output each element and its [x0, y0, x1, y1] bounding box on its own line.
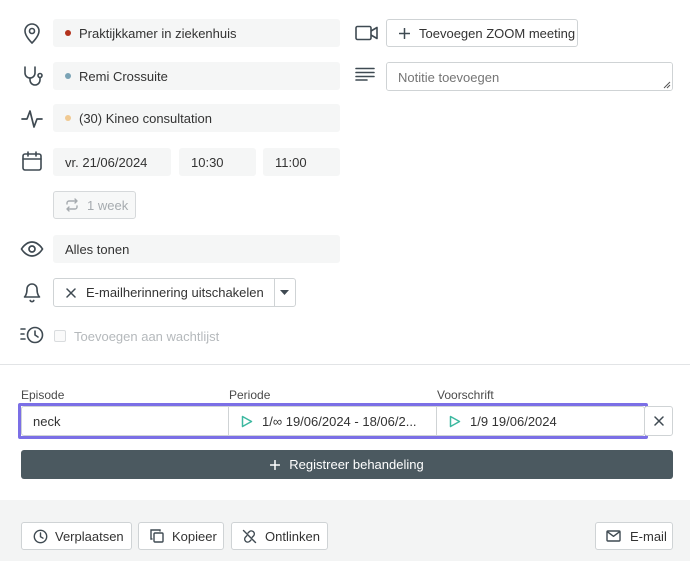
copy-button[interactable]: Kopieer [138, 522, 224, 550]
close-icon [66, 287, 76, 298]
episode-value: neck [33, 413, 61, 429]
register-treatment-button[interactable]: Registreer behandeling [21, 450, 673, 479]
location-dot [65, 30, 71, 36]
prescription-header: Voorschrift [437, 388, 494, 402]
period-value: 1/∞ 19/06/2024 - 18/06/2... [262, 413, 417, 429]
date-field[interactable]: vr. 21/06/2024 [53, 148, 171, 176]
email-label: E-mail [630, 528, 667, 544]
close-icon [653, 416, 664, 426]
reminder-caret-button[interactable] [275, 279, 295, 306]
service-dot [65, 115, 71, 121]
service-field[interactable]: (30) Kineo consultation [53, 104, 340, 132]
period-header: Periode [229, 388, 271, 402]
video-camera-icon [354, 21, 380, 45]
move-label: Verplaatsen [55, 528, 124, 544]
register-button-label: Registreer behandeling [289, 457, 424, 472]
episode-row: neck 1/∞ 19/06/2024 - 18/06/2... 1/9 19/… [21, 406, 645, 436]
repeat-button[interactable]: 1 week [53, 191, 136, 219]
visibility-field[interactable]: Alles tonen [53, 235, 340, 263]
period-field[interactable]: 1/∞ 19/06/2024 - 18/06/2... [229, 407, 437, 435]
copy-icon [150, 529, 164, 543]
resize-grip-icon[interactable] [662, 80, 671, 89]
play-triangle-icon [449, 415, 461, 427]
start-time-field[interactable]: 10:30 [179, 148, 256, 176]
eye-icon [19, 237, 45, 261]
calendar-icon [20, 149, 44, 173]
play-triangle-icon [241, 415, 253, 427]
practitioner-field[interactable]: Remi Crossuite [53, 62, 340, 90]
history-clock-icon [19, 323, 45, 347]
envelope-icon [606, 530, 621, 542]
clock-arrow-icon [33, 529, 48, 543]
notes-lines-icon [354, 64, 376, 84]
plus-icon [399, 27, 410, 39]
practitioner-dot [65, 73, 71, 79]
end-time-field[interactable]: 11:00 [263, 148, 340, 176]
episode-field[interactable]: neck [22, 407, 229, 435]
email-button[interactable]: E-mail [595, 522, 673, 550]
prescription-value: 1/9 19/06/2024 [470, 413, 557, 429]
unlink-button[interactable]: Ontlinken [231, 522, 328, 550]
disable-email-reminder-button[interactable]: E-mailherinnering uitschakelen [54, 279, 275, 306]
copy-label: Kopieer [172, 528, 217, 544]
bell-icon [20, 280, 44, 304]
waitlist-label: Toevoegen aan wachtlijst [74, 329, 220, 344]
add-zoom-meeting-button[interactable]: Toevoegen ZOOM meeting [386, 19, 578, 47]
caret-down-icon [280, 290, 290, 295]
remove-episode-button[interactable] [644, 406, 673, 436]
repeat-icon [66, 198, 78, 212]
reminder-dropdown[interactable]: E-mailherinnering uitschakelen [53, 278, 296, 307]
prescription-field[interactable]: 1/9 19/06/2024 [437, 407, 644, 435]
episode-header: Episode [21, 388, 65, 402]
end-time-value: 11:00 [275, 154, 307, 170]
start-time-value: 10:30 [191, 154, 224, 170]
zoom-button-label: Toevoegen ZOOM meeting [419, 25, 576, 41]
practitioner-value: Remi Crossuite [79, 68, 168, 84]
service-value: (30) Kineo consultation [79, 110, 212, 126]
repeat-label: 1 week [87, 197, 129, 213]
section-divider [0, 364, 690, 365]
move-button[interactable]: Verplaatsen [21, 522, 132, 550]
plus-icon [270, 459, 281, 470]
reminder-label: E-mailherinnering uitschakelen [86, 285, 264, 300]
unlink-icon [242, 529, 257, 543]
waitlist-checkbox[interactable] [54, 330, 66, 342]
location-pin-icon [20, 21, 44, 45]
activity-pulse-icon [19, 106, 45, 132]
visibility-value: Alles tonen [65, 241, 130, 257]
note-textarea[interactable] [386, 62, 673, 91]
date-value: vr. 21/06/2024 [65, 154, 148, 170]
unlink-label: Ontlinken [265, 528, 320, 544]
location-field[interactable]: Praktijkkamer in ziekenhuis [53, 19, 340, 47]
stethoscope-icon [19, 63, 45, 89]
location-value: Praktijkkamer in ziekenhuis [79, 25, 237, 41]
